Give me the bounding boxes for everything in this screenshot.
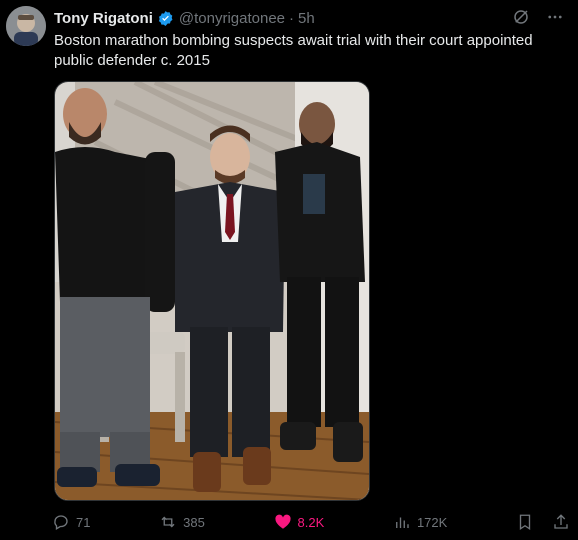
post-photo[interactable] [54,81,370,501]
repost-button[interactable]: 385 [159,513,205,531]
separator-dot: · [289,9,295,27]
secondary-actions [516,513,570,531]
like-count: 8.2K [297,514,325,530]
reply-count: 71 [76,514,91,530]
action-bar: 71 385 8.2K 172K [52,510,570,534]
bookmark-icon[interactable] [516,513,534,531]
repost-count: 385 [183,514,205,530]
avatar[interactable] [6,6,46,46]
heart-icon [274,514,291,529]
author-handle[interactable]: @tonyrigatonee [179,10,285,27]
repost-icon [161,516,175,528]
reply-icon [54,515,68,530]
post-time[interactable]: 5h [298,10,315,27]
share-icon[interactable] [552,513,570,531]
views-icon [396,517,409,528]
like-button[interactable]: 8.2K [274,513,325,531]
views-button[interactable]: 172K [393,513,447,531]
reply-button[interactable]: 71 [52,513,90,531]
grok-icon[interactable] [512,8,530,26]
post-header: Tony Rigatoni @tonyrigatonee · 5h [54,8,564,28]
avatar-image [6,6,46,46]
views-count: 172K [416,514,448,530]
person-right [275,102,365,462]
photo-three-men [55,82,369,500]
more-icon[interactable] [546,8,564,26]
post-text: Boston marathon bombing suspects await t… [54,32,533,69]
author-name[interactable]: Tony Rigatoni [54,10,153,27]
verified-badge-icon [158,10,173,26]
